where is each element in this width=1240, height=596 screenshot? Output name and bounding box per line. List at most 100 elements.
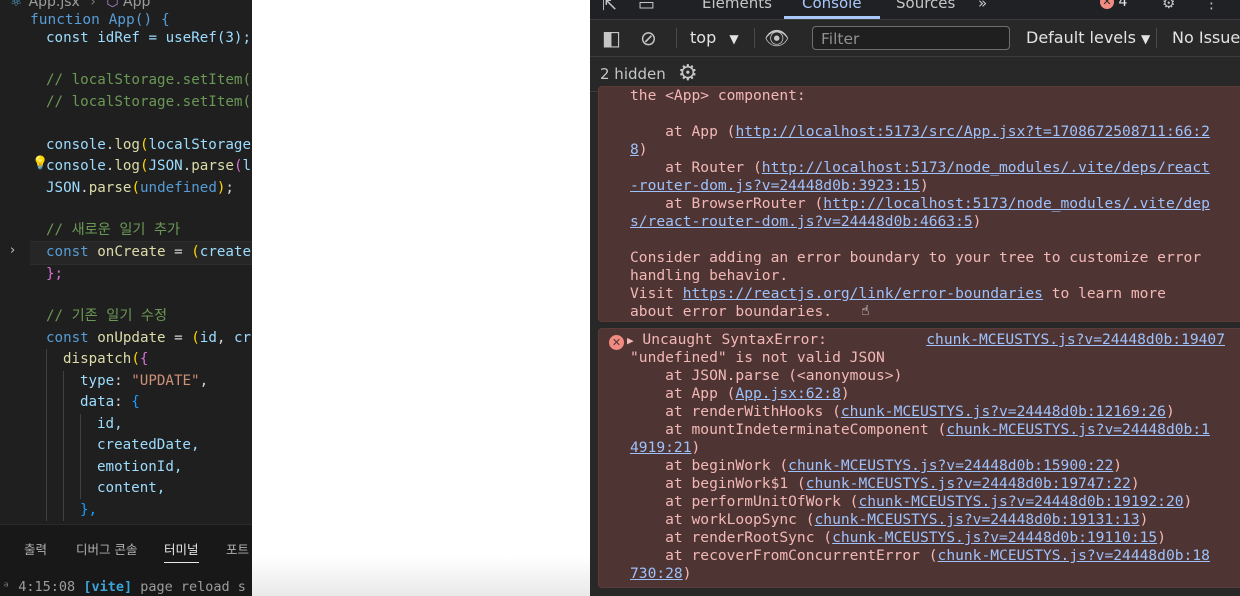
- code-line[interactable]: };: [46, 264, 63, 285]
- code-line[interactable]: dispatch({: [63, 349, 148, 370]
- code-line[interactable]: data: {: [80, 392, 140, 413]
- error-icon: ✕: [1100, 0, 1114, 9]
- pointer-cursor-icon: ☝: [861, 303, 870, 319]
- tab-elements[interactable]: Elements: [702, 0, 772, 12]
- sticky-scroll-header[interactable]: function App() {: [30, 12, 170, 28]
- code-line[interactable]: // localStorage.setItem(: [46, 92, 251, 113]
- error-icon: ✕: [609, 335, 624, 350]
- stack-link[interactable]: chunk-MCEUSTYS.js?v=24448d0b:1: [946, 421, 1210, 438]
- page-bottom-shade: [252, 556, 590, 596]
- console-error-message[interactable]: ✕ ▶ Uncaught SyntaxError: chunk-MCEUSTYS…: [598, 328, 1240, 588]
- stack-link[interactable]: chunk-MCEUSTYS.js?v=24448d0b:18: [938, 547, 1210, 564]
- stack-link[interactable]: 4919:21: [630, 439, 692, 456]
- code-line[interactable]: // 새로운 일기 추가: [46, 220, 180, 241]
- toolbar-divider: [676, 28, 677, 48]
- stack-link[interactable]: s/react-router-dom.js?v=24448d0b:4663:5: [630, 213, 973, 230]
- stack-link[interactable]: chunk-MCEUSTYS.js?v=24448d0b:19192:20: [858, 493, 1183, 510]
- context-selector[interactable]: top ▼: [690, 28, 739, 47]
- breadcrumb-chevron-icon: ›: [90, 0, 96, 10]
- fold-chevron-icon[interactable]: ›: [10, 243, 15, 258]
- stack-link[interactable]: 730:28: [630, 565, 683, 582]
- stack-link[interactable]: -router-dom.js?v=24448d0b:3923:15: [630, 177, 920, 194]
- component-icon: ⬡: [106, 0, 119, 10]
- stack-link[interactable]: chunk-MCEUSTYS.js?v=24448d0b:19131:13: [815, 511, 1140, 528]
- breadcrumb-file[interactable]: ⚛ App.jsx › ⬡ App: [10, 0, 150, 10]
- stack-link[interactable]: http://localhost:5173/node_modules/.vite…: [823, 195, 1210, 212]
- code-line[interactable]: console.log(JSON.parse(l: [46, 156, 251, 177]
- console-settings-gear-icon[interactable]: ⚙: [678, 61, 698, 86]
- dropdown-arrow-icon: ▼: [1141, 32, 1151, 46]
- code-line[interactable]: createdDate,: [97, 435, 200, 456]
- panel-tab-debug-console[interactable]: 디버그 콘솔: [76, 539, 137, 558]
- stack-frame: at beginWork (chunk-MCEUSTYS.js?v=24448d…: [630, 457, 1123, 474]
- stack-link[interactable]: chunk-MCEUSTYS.js?v=24448d0b:15900:22: [788, 457, 1113, 474]
- code-line[interactable]: const onUpdate = (id, cr: [46, 328, 251, 349]
- code-line[interactable]: const idRef = useRef(3);: [46, 28, 251, 49]
- panel-tab-terminal[interactable]: 터미널: [164, 539, 199, 563]
- settings-gear-icon[interactable]: ⚙: [1162, 0, 1175, 12]
- stack-frame: at recoverFromConcurrentError (chunk-MCE…: [630, 547, 1210, 564]
- stack-frame: at JSON.parse (<anonymous>): [630, 367, 903, 384]
- error-expand-toggle[interactable]: ▶ Uncaught SyntaxError:: [627, 331, 827, 349]
- code-line[interactable]: // 기존 일기 수정: [46, 306, 167, 327]
- code-line[interactable]: const onCreate = (create: [46, 242, 251, 263]
- hidden-count: 2 hidden: [600, 65, 666, 83]
- console-toolbar: ◧ ⊘ top ▼ 👁 Filter Default levels ▼ No I…: [590, 20, 1240, 57]
- stack-link[interactable]: 8: [630, 141, 639, 158]
- more-tabs-icon[interactable]: »: [978, 0, 987, 12]
- react-file-icon: ⚛: [10, 0, 23, 10]
- console-filter-input[interactable]: Filter: [812, 26, 1010, 50]
- toolbar-divider: [1156, 28, 1157, 48]
- indent-guide: [80, 414, 81, 499]
- code-editor[interactable]: ⚛ App.jsx › ⬡ App function App() { const …: [0, 0, 252, 596]
- devtools-panel: ⇱ ▭ Elements Console Sources » ✕ 4 ⚙ ⋮ ◧…: [590, 0, 1240, 596]
- stack-frame: at workLoopSync (chunk-MCEUSTYS.js?v=244…: [630, 511, 1149, 528]
- stack-link[interactable]: http://localhost:5173/node_modules/.vite…: [762, 159, 1210, 176]
- console-output[interactable]: the <App> component: at App (http://loca…: [590, 86, 1240, 596]
- stack-frame: at renderWithHooks (chunk-MCEUSTYS.js?v=…: [630, 403, 1175, 420]
- tab-console[interactable]: Console: [802, 0, 862, 12]
- code-line[interactable]: JSON.parse(undefined);: [46, 178, 234, 199]
- more-options-icon[interactable]: ⋮: [1204, 0, 1219, 12]
- active-tab-indicator: [784, 16, 880, 19]
- error-boundaries-link[interactable]: https://reactjs.org/link/error-boundarie…: [683, 285, 1043, 302]
- lightbulb-icon[interactable]: 💡: [32, 156, 48, 171]
- stack-link[interactable]: http://localhost:5173/src/App.jsx?t=1708…: [735, 123, 1209, 140]
- code-line[interactable]: console.log(localStorage: [46, 135, 251, 156]
- inspect-element-icon[interactable]: ⇱: [602, 0, 617, 15]
- code-line[interactable]: id,: [97, 414, 123, 435]
- tab-sources[interactable]: Sources: [896, 0, 955, 12]
- code-line[interactable]: emotionId,: [97, 457, 182, 478]
- code-line[interactable]: type: "UPDATE",: [80, 371, 208, 392]
- indent-guide: [46, 349, 47, 521]
- console-error-message[interactable]: the <App> component: at App (http://loca…: [598, 86, 1240, 322]
- dropdown-arrow-icon: ▼: [729, 32, 739, 46]
- stack-link[interactable]: chunk-MCEUSTYS.js?v=24448d0b:12169:26: [841, 403, 1166, 420]
- code-line[interactable]: // localStorage.setItem(: [46, 70, 251, 91]
- devtools-tab-bar: ⇱ ▭ Elements Console Sources » ✕ 4 ⚙ ⋮: [590, 0, 1240, 20]
- stack-frame: at renderRootSync (chunk-MCEUSTYS.js?v=2…: [630, 529, 1166, 546]
- live-expression-eye-icon[interactable]: 👁: [764, 26, 789, 50]
- issues-counter[interactable]: No Issues: [1172, 28, 1240, 47]
- stack-frame: 4919:21): [630, 439, 701, 456]
- clear-console-icon[interactable]: ⊘: [640, 26, 657, 50]
- device-toolbar-icon[interactable]: ▭: [638, 0, 655, 15]
- stack-link[interactable]: chunk-MCEUSTYS.js?v=24448d0b:19110:15: [832, 529, 1157, 546]
- toolbar-divider: [754, 28, 755, 48]
- stack-frame: at mountIndeterminateComponent (chunk-MC…: [630, 421, 1210, 438]
- code-line[interactable]: },: [80, 500, 97, 521]
- log-levels-dropdown[interactable]: Default levels ▼: [1026, 28, 1150, 47]
- code-line[interactable]: content,: [97, 478, 165, 499]
- browser-page-viewport[interactable]: [252, 0, 590, 596]
- error-counter[interactable]: ✕ 4: [1100, 0, 1127, 10]
- panel-tab-output[interactable]: 출력: [24, 539, 47, 558]
- terminal-output[interactable]: ᵃ 4:15:08 [vite] page reload s: [0, 568, 252, 596]
- stack-frame: at App (App.jsx:62:8): [630, 385, 850, 402]
- stack-link[interactable]: chunk-MCEUSTYS.js?v=24448d0b:19747:22: [806, 475, 1131, 492]
- panel-tab-ports[interactable]: 포트: [226, 539, 249, 558]
- stack-link[interactable]: App.jsx:62:8: [735, 385, 840, 402]
- stack-frame: at beginWork$1 (chunk-MCEUSTYS.js?v=2444…: [630, 475, 1140, 492]
- error-source-link[interactable]: chunk-MCEUSTYS.js?v=24448d0b:19407: [926, 331, 1225, 348]
- bottom-panel-tabs: 출력 디버그 콘솔 터미널 포트: [0, 524, 252, 569]
- sidebar-toggle-icon[interactable]: ◧: [602, 26, 621, 50]
